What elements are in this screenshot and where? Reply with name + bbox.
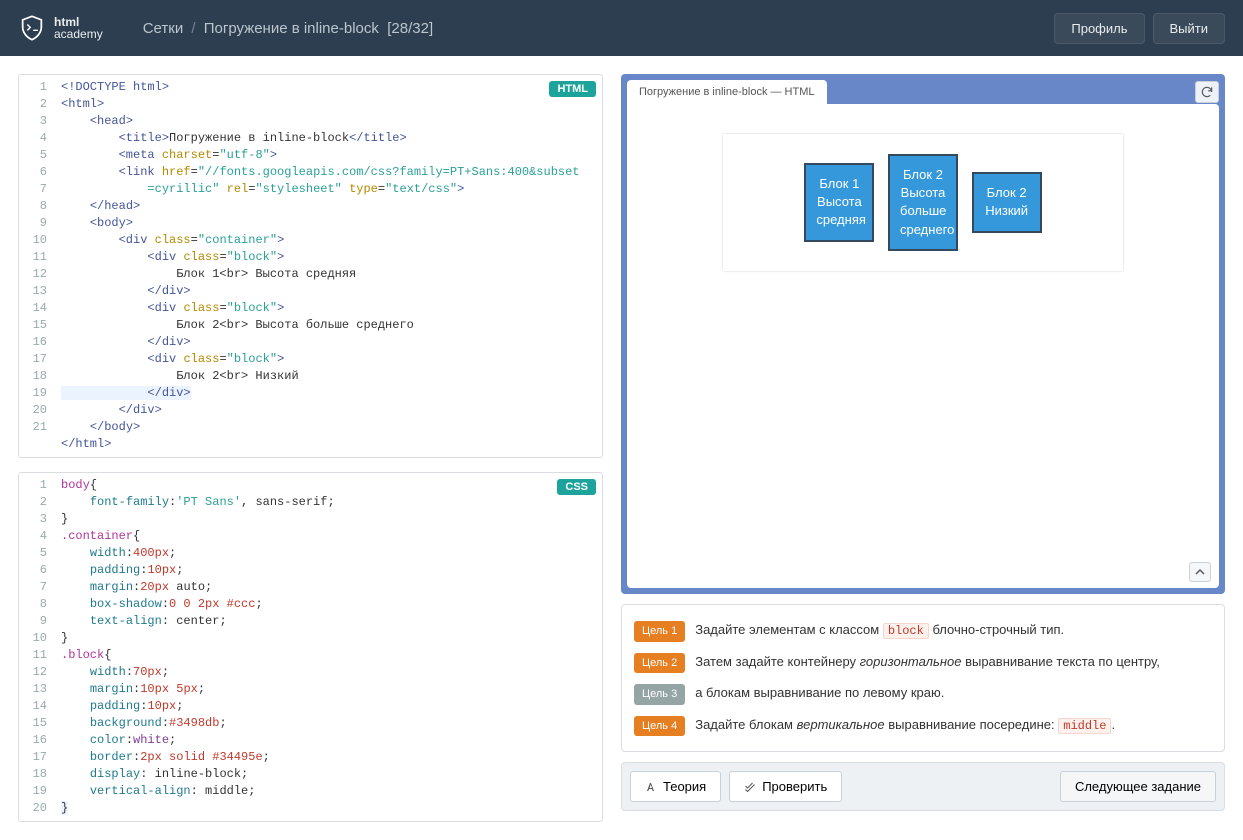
chevron-up-icon [1195, 567, 1205, 577]
html-editor[interactable]: HTML 123456789101112131415161718192021 <… [18, 74, 603, 458]
theory-button[interactable]: Теория [630, 771, 721, 802]
preview-tab[interactable]: Погружение в inline-block — HTML [627, 80, 827, 104]
topbar: htmlacademy Сетки / Погружение в inline-… [0, 0, 1243, 56]
preview-block-3: Блок 2Низкий [972, 172, 1042, 232]
css-editor[interactable]: CSS 1234567891011121314151617181920 body… [18, 472, 603, 822]
logo[interactable]: htmlacademy [18, 14, 103, 42]
shield-icon [18, 14, 46, 42]
preview-panel: Погружение в inline-block — HTML Блок 1В… [621, 74, 1225, 594]
breadcrumb-sep: / [191, 20, 195, 37]
preview-area: Блок 1Высотасредняя Блок 2Высотабольшеср… [627, 104, 1219, 588]
breadcrumb-title: Погружение в inline-block [204, 20, 379, 37]
breadcrumb-progress: [28/32] [387, 20, 433, 37]
check-button[interactable]: Проверить [729, 771, 842, 802]
css-code[interactable]: body{ font-family:'PT Sans', sans-serif;… [55, 473, 602, 821]
goal-badge-4: Цель 4 [634, 716, 685, 737]
logo-text: htmlacademy [54, 16, 103, 40]
scroll-up-button[interactable] [1189, 562, 1211, 582]
refresh-icon [1200, 85, 1214, 99]
goal-4: Цель 4 Задайте блокам вертикальное вырав… [634, 710, 1212, 742]
goal-2: Цель 2 Затем задайте контейнеру горизонт… [634, 647, 1212, 679]
profile-button[interactable]: Профиль [1054, 13, 1144, 44]
goal-1: Цель 1 Задайте элементам с классом block… [634, 615, 1212, 647]
breadcrumb-section[interactable]: Сетки [143, 20, 184, 37]
css-badge: CSS [557, 479, 596, 495]
bottom-bar: Теория Проверить Следующее задание [621, 762, 1225, 811]
goal-badge-2: Цель 2 [634, 653, 685, 674]
preview-block-1: Блок 1Высотасредняя [804, 163, 874, 242]
goal-badge-1: Цель 1 [634, 621, 685, 642]
next-task-button[interactable]: Следующее задание [1060, 771, 1216, 802]
css-gutter: 1234567891011121314151617181920 [19, 473, 55, 821]
font-icon [645, 781, 657, 793]
check-icon [744, 781, 756, 793]
breadcrumb: Сетки / Погружение в inline-block [28/32… [143, 20, 433, 37]
preview-container: Блок 1Высотасредняя Блок 2Высотабольшеср… [723, 134, 1123, 271]
goal-3: Цель 3 а блокам выравнивание по левому к… [634, 678, 1212, 710]
html-code[interactable]: <!DOCTYPE html> <html> <head> <title>Пог… [55, 75, 602, 457]
preview-block-2: Блок 2Высотабольшесреднего [888, 154, 958, 251]
goals-panel: Цель 1 Задайте элементам с классом block… [621, 604, 1225, 752]
goal-badge-3: Цель 3 [634, 684, 685, 705]
html-badge: HTML [549, 81, 596, 97]
logout-button[interactable]: Выйти [1153, 13, 1226, 44]
refresh-button[interactable] [1195, 81, 1219, 103]
html-gutter: 123456789101112131415161718192021 [19, 75, 55, 457]
